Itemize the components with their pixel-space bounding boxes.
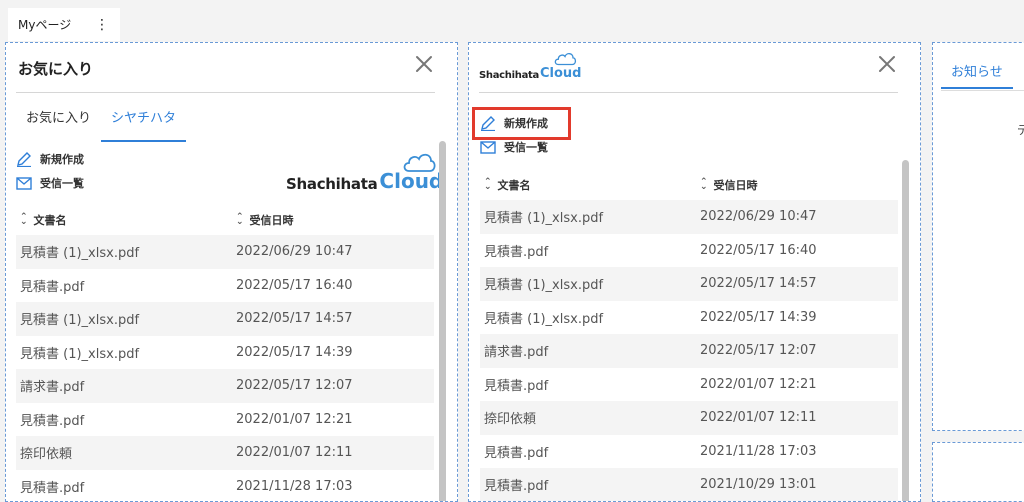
cloud-logo-icon [553,51,577,66]
table-body: 見積書 (1)_xlsx.pdf2022/06/29 10:47 見積書.pdf… [480,200,898,502]
new-document-label: 新規作成 [40,151,84,167]
inbox-list-label: 受信一覧 [40,175,84,191]
mypage-tab-label: Myページ [18,16,71,33]
favorites-document-table: ⌃⌄ 文書名 ⌃⌄ 受信日時 見積書 (1)_xlsx.pdf2022/06/2… [16,205,434,502]
table-row[interactable]: 見積書 (1)_xlsx.pdf2022/06/29 10:47 [16,235,434,269]
new-document-button[interactable]: 新規作成 [16,151,84,167]
table-row[interactable]: 見積書.pdf2022/05/17 16:40 [480,234,898,268]
sort-icon: ⌃⌄ [20,215,28,226]
sort-by-date-header[interactable]: ⌃⌄ 受信日時 [700,177,758,193]
notice-content: デ [1017,121,1024,138]
shachihata-cloud-logo: Shachihata Cloud [286,151,443,193]
cloud-scrollbar[interactable] [902,160,909,502]
sort-icon: ⌃⌄ [700,180,708,191]
inbox-list-button[interactable]: 受信一覧 [480,139,548,155]
cloud-document-table: ⌃⌄ 文書名 ⌃⌄ 受信日時 見積書 (1)_xlsx.pdf2022/06/2… [480,170,898,502]
kebab-menu-icon[interactable]: ⋮ [95,18,108,32]
mail-icon [16,177,32,190]
pencil-icon [480,115,496,131]
table-body: 見積書 (1)_xlsx.pdf2022/06/29 10:47 見積書.pdf… [16,235,434,502]
tab-shachihata[interactable]: シヤチハタ [101,106,186,142]
tab-divider [941,90,1024,91]
table-header: ⌃⌄ 文書名 ⌃⌄ 受信日時 [16,205,434,235]
table-row[interactable]: 見積書.pdf2021/11/28 17:03 [16,470,434,502]
table-row[interactable]: 見積書.pdf2022/01/07 12:21 [480,368,898,402]
sort-by-name-header[interactable]: ⌃⌄ 文書名 [16,212,236,228]
favorites-scrollbar[interactable] [439,141,446,502]
table-row[interactable]: 見積書 (1)_xlsx.pdf2022/05/17 14:39 [480,301,898,335]
sort-by-name-header[interactable]: ⌃⌄ 文書名 [480,177,700,193]
new-document-label: 新規作成 [504,115,548,131]
sort-icon: ⌃⌄ [484,180,492,191]
table-row[interactable]: 請求書.pdf2022/05/17 12:07 [480,334,898,368]
table-header: ⌃⌄ 文書名 ⌃⌄ 受信日時 [480,170,898,200]
table-row[interactable]: 見積書 (1)_xlsx.pdf2022/06/29 10:47 [480,200,898,234]
pencil-icon [16,151,32,167]
table-row[interactable]: 見積書 (1)_xlsx.pdf2022/05/17 14:57 [480,267,898,301]
mail-icon [480,141,496,154]
table-row[interactable]: 見積書.pdf2022/01/07 12:21 [16,403,434,437]
favorites-panel-title: お気に入り [18,58,93,79]
table-row[interactable]: 見積書.pdf2022/05/17 16:40 [16,269,434,303]
favorites-panel-header: お気に入り [16,43,435,93]
table-row[interactable]: 見積書.pdf2021/10/29 13:01 [480,468,898,502]
cloud-panel-header: Shachihata Cloud [479,43,898,93]
table-row[interactable]: 見積書.pdf2021/11/28 17:03 [480,435,898,469]
favorites-tabs: お気に入り シヤチハタ [16,106,186,142]
table-row[interactable]: 請求書.pdf2022/05/17 12:07 [16,369,434,403]
notice-panel: お知らせ デ [932,42,1024,431]
shachihata-cloud-logo: Shachihata Cloud [479,51,581,81]
mypage-tab[interactable]: Myページ ⋮ [8,8,120,41]
tab-favorites[interactable]: お気に入り [16,106,101,142]
close-icon[interactable] [413,53,435,75]
table-row[interactable]: 捺印依頼2022/01/07 12:11 [16,436,434,470]
inbox-list-label: 受信一覧 [504,139,548,155]
favorites-panel: お気に入り お気に入り シヤチハタ 新規作成 受信一覧 Shachihata C… [5,42,458,502]
cloud-logo-icon [401,151,437,173]
tab-notices[interactable]: お知らせ [941,53,1013,89]
close-icon[interactable] [876,53,898,75]
table-row[interactable]: 見積書 (1)_xlsx.pdf2022/05/17 14:39 [16,336,434,370]
bottom-right-panel [932,442,1024,502]
table-row[interactable]: 見積書 (1)_xlsx.pdf2022/05/17 14:57 [16,302,434,336]
inbox-list-button[interactable]: 受信一覧 [16,175,84,191]
sort-by-date-header[interactable]: ⌃⌄ 受信日時 [236,212,294,228]
new-document-button[interactable]: 新規作成 [480,115,548,131]
table-row[interactable]: 捺印依頼2022/01/07 12:11 [480,401,898,435]
shachihata-cloud-panel: Shachihata Cloud 新規作成 受信一覧 ⌃⌄ 文書名 ⌃⌄ 受信日… [468,42,921,502]
sort-icon: ⌃⌄ [236,215,244,226]
